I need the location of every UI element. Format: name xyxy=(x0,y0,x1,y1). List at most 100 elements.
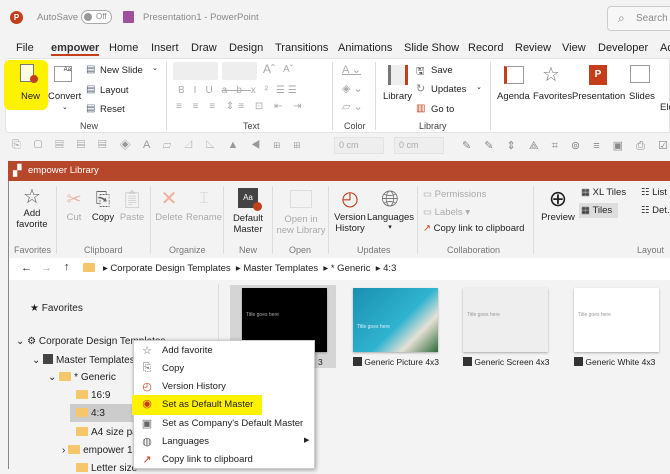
tab-developer[interactable]: Developer xyxy=(598,42,648,54)
tile-generic-screen[interactable]: Title goes here Generic Screen 4x3 xyxy=(451,285,557,368)
reset-button[interactable]: ▤ Reset xyxy=(86,103,136,117)
tile-generic-white[interactable]: Title goes here Generic White 4x3 xyxy=(562,285,668,368)
thumbnail: Title goes here xyxy=(353,288,438,352)
tree-16-9[interactable]: 16:9 xyxy=(76,390,110,401)
tab-draw[interactable]: Draw xyxy=(191,42,217,54)
new-slide-button[interactable]: ▤ New Slide ⌄ xyxy=(86,64,158,78)
tab-more[interactable]: Ac xyxy=(660,42,670,54)
grow-font-icon[interactable]: Aˆ xyxy=(263,62,275,76)
tab-insert[interactable]: Insert xyxy=(151,42,179,54)
new-button[interactable]: New xyxy=(10,62,42,106)
tiles-button[interactable]: ▦ Tiles xyxy=(579,203,618,218)
menu-item-add-favorite[interactable]: ☆ Add favorite xyxy=(134,342,316,360)
tab-slide-show[interactable]: Slide Show xyxy=(404,42,459,54)
copy-button[interactable]: ⎘ Copy xyxy=(90,186,116,223)
open-in-new-library-button[interactable]: Open in new Library xyxy=(276,186,326,236)
save-icon[interactable] xyxy=(123,11,134,23)
height-input[interactable]: 0 cm xyxy=(394,137,444,154)
breadcrumb-4-3[interactable]: 4:3 xyxy=(383,263,396,274)
tree-master-templates[interactable]: ⌄ Master Templates xyxy=(32,354,135,366)
default-master-button[interactable]: Aa Default Master xyxy=(228,186,268,235)
layout-button[interactable]: ▤ Layout xyxy=(86,84,146,98)
autosave-toggle[interactable]: Off xyxy=(81,10,112,24)
tab-home[interactable]: Home xyxy=(109,42,138,54)
folder-icon xyxy=(76,390,88,399)
format-buttons[interactable]: BIUabx² xyxy=(178,85,277,96)
magnifier-icon: ⊕ xyxy=(548,186,568,211)
tree-favorites[interactable]: ★ Favorites xyxy=(30,303,83,314)
folder-icon xyxy=(76,427,88,436)
version-history-icon: ◴ xyxy=(142,381,152,393)
back-icon[interactable]: ← xyxy=(21,262,32,274)
font-name-dropdown[interactable] xyxy=(173,62,218,80)
forward-icon[interactable]: → xyxy=(41,262,52,274)
fill-color-icon[interactable]: ◈ ⌄ xyxy=(342,82,363,95)
agenda-button[interactable]: Agenda xyxy=(496,62,532,104)
menu-item-version-history[interactable]: ◴ Version History xyxy=(134,378,316,396)
group-label-clipboard: Clipboard xyxy=(84,245,123,255)
up-icon[interactable]: ↑ xyxy=(64,261,70,273)
search-input[interactable]: ⌕ Search xyxy=(607,6,670,31)
tree-4-3[interactable]: 4:3 xyxy=(76,408,105,419)
tile-generic-picture[interactable]: Title goes here Generic Picture 4x3 xyxy=(341,285,447,368)
updates-icon: ↻ xyxy=(416,83,426,95)
master-icon xyxy=(463,357,472,366)
shrink-font-icon[interactable]: Aˇ xyxy=(283,64,293,75)
library-button[interactable]: Library xyxy=(380,62,416,112)
version-history-button[interactable]: ◴ Version History xyxy=(332,186,368,234)
list-icons[interactable]: ☰ ☰ xyxy=(276,85,297,96)
font-size-dropdown[interactable] xyxy=(222,62,257,80)
group-label-color: Color xyxy=(344,121,366,131)
alignment-icons[interactable]: ≡ ≡ ≡ ⇕≡ ⊡ ⇤ ⇥ xyxy=(176,101,306,112)
tab-empower[interactable]: empower xyxy=(51,42,100,56)
save-button[interactable]: 🖫 Save xyxy=(416,64,476,78)
labels-button[interactable]: ▭ Labels ▾ xyxy=(423,207,470,218)
cut-button[interactable]: ✂ Cut xyxy=(63,186,85,223)
languages-button[interactable]: 🌐︎ Languages ▾ xyxy=(367,186,414,231)
xl-tiles-button[interactable]: ▦ XL Tiles xyxy=(581,187,626,198)
list-button[interactable]: ☷ List xyxy=(641,187,667,198)
presentation-icon: P xyxy=(589,65,607,85)
tab-design[interactable]: Design xyxy=(229,42,263,54)
delete-button[interactable]: ✕ Delete xyxy=(154,186,184,223)
tab-record[interactable]: Record xyxy=(468,42,503,54)
tree-generic[interactable]: ⌄ * Generic xyxy=(48,372,116,383)
updates-button[interactable]: ↻ Updates ⌄ xyxy=(416,83,486,97)
paste-button[interactable]: 📋︎ Paste xyxy=(118,186,146,223)
menu-item-set-default-master[interactable]: ◉ Set as Default Master xyxy=(132,395,262,415)
presentation-button[interactable]: P Presentation xyxy=(572,62,625,104)
rename-button[interactable]: ⌶ Rename xyxy=(186,186,222,223)
tab-animations[interactable]: Animations xyxy=(338,42,392,54)
breadcrumb-generic[interactable]: * Generic xyxy=(331,263,371,274)
goto-button[interactable]: ▥ Go to xyxy=(416,103,476,117)
outline-color-icon[interactable]: ▱ ⌄ xyxy=(342,100,363,113)
favorites-button[interactable]: ☆ Favorites xyxy=(532,62,572,104)
details-button[interactable]: ☷ Det. xyxy=(641,205,670,216)
toolbar-icons[interactable]: ⎘ ▢ ▤ ▤ ▤ ◈ A ▱ ◿ ◺ ▲ ◀ ⊞ ⊞ xyxy=(12,139,305,152)
rename-icon: ⌶ xyxy=(199,190,209,207)
copy-link-button[interactable]: ↗ Copy link to clipboard xyxy=(423,223,524,234)
tree-empower[interactable]: › empower 1 xyxy=(62,445,133,456)
width-input[interactable]: 0 cm xyxy=(334,137,384,154)
toolbar-icons-right[interactable]: ✎ ✎ ⇕ ⟁ ⌗ ⊚ ≡ ▣ ⎙ ☑ xyxy=(462,139,670,153)
convert-button[interactable]: Aa Convert ⌄ xyxy=(48,62,84,112)
add-favorite-button[interactable]: ☆ Add favorite xyxy=(14,186,50,236)
slides-button[interactable]: Slides xyxy=(626,62,656,104)
tab-view[interactable]: View xyxy=(562,42,586,54)
menu-item-copy-link[interactable]: ↗ Copy link to clipboard xyxy=(134,451,316,469)
breadcrumb-corporate[interactable]: Corporate Design Templates xyxy=(110,263,230,274)
tab-review[interactable]: Review xyxy=(515,42,551,54)
menu-item-copy[interactable]: ⎘ Copy xyxy=(134,360,316,378)
address-bar: ← → ↑ ▸ Corporate Design Templates ▸ Mas… xyxy=(9,258,670,280)
menu-item-languages[interactable]: ◍ Languages ▶ xyxy=(134,433,316,451)
tab-file[interactable]: File xyxy=(16,42,34,54)
search-icon: ⌕ xyxy=(618,11,625,25)
globe-icon: 🌐︎ xyxy=(381,186,399,211)
font-color-icon[interactable]: A ⌄ xyxy=(342,63,361,76)
default-master-icon: ◉ xyxy=(142,398,152,410)
preview-button[interactable]: ⊕ Preview xyxy=(540,186,576,223)
tab-transitions[interactable]: Transitions xyxy=(275,42,328,54)
menu-item-set-company-default-master[interactable]: ▣ Set as Company's Default Master xyxy=(134,415,316,433)
permissions-button[interactable]: ▭ Permissions xyxy=(423,189,486,200)
breadcrumb-master-templates[interactable]: Master Templates xyxy=(243,263,318,274)
